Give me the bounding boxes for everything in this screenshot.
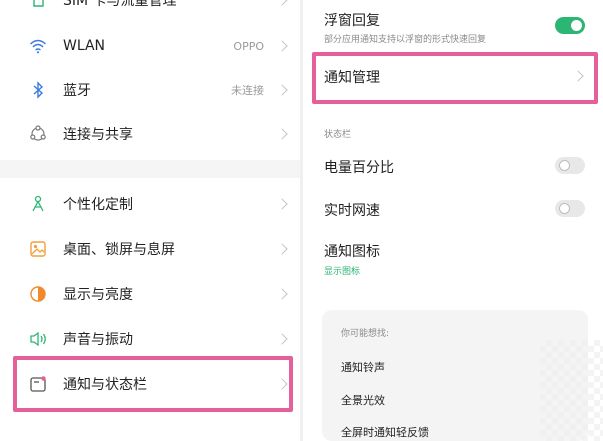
section-divider xyxy=(0,160,300,178)
sim-icon xyxy=(28,0,48,10)
brightness-icon xyxy=(28,284,48,304)
wifi-icon xyxy=(28,36,48,56)
toggle-knob xyxy=(571,20,582,31)
suggestion-item[interactable]: 通知铃声 xyxy=(341,359,385,375)
notification-icon-value: 显示图标 xyxy=(324,267,361,277)
floating-reply-title: 浮窗回复 xyxy=(324,13,380,29)
chevron-right-icon xyxy=(276,333,288,345)
battery-percent-toggle[interactable] xyxy=(555,157,585,174)
personalize-icon xyxy=(28,194,48,214)
floating-reply-toggle[interactable] xyxy=(555,17,585,34)
sidebar-item-desktop-lockscreen[interactable]: 桌面、锁屏与息屏 xyxy=(0,227,300,271)
suggestion-item[interactable]: 全屏时通知轻反馈 xyxy=(341,424,429,440)
sidebar-item-personalize[interactable]: 个性化定制 xyxy=(0,182,300,226)
chevron-right-icon xyxy=(276,0,288,6)
wlan-status-value: OPPO xyxy=(233,39,264,53)
realtime-speed-title: 实时网速 xyxy=(324,203,380,219)
sidebar-item-label: SIM 卡与流量管理 xyxy=(63,0,177,9)
chevron-right-icon xyxy=(276,243,288,255)
sidebar-item-wlan[interactable]: WLAN OPPO xyxy=(0,24,300,68)
chevron-right-icon xyxy=(276,288,288,300)
sidebar-item-label: 个性化定制 xyxy=(63,197,133,213)
toggle-knob xyxy=(559,160,570,171)
bluetooth-status-value: 未连接 xyxy=(231,84,264,97)
sidebar-item-sound-vibration[interactable]: 声音与振动 xyxy=(0,317,300,361)
highlight-box-notification-manage xyxy=(312,52,598,104)
highlight-box-notification-statusbar xyxy=(13,356,293,412)
bluetooth-icon xyxy=(28,80,48,100)
watermark-pattern xyxy=(540,340,603,441)
sidebar-item-label: 蓝牙 xyxy=(63,83,91,99)
chevron-right-icon xyxy=(276,40,288,52)
sidebar-item-sim[interactable]: SIM 卡与流量管理 xyxy=(0,0,300,22)
notification-icon-title[interactable]: 通知图标 xyxy=(324,241,380,261)
sound-icon xyxy=(28,329,48,349)
sidebar-item-bluetooth[interactable]: 蓝牙 未连接 xyxy=(0,68,300,112)
suggestion-item[interactable]: 全景光效 xyxy=(341,392,385,408)
suggestions-title: 你可能想找: xyxy=(341,329,390,339)
toggle-knob xyxy=(559,203,570,214)
battery-percent-title: 电量百分比 xyxy=(324,160,394,176)
sidebar-item-label: 桌面、锁屏与息屏 xyxy=(63,242,175,258)
floating-reply-subtitle: 部分应用通知支持以浮窗的形式快速回复 xyxy=(324,35,487,45)
sidebar-item-display-brightness[interactable]: 显示与亮度 xyxy=(0,272,300,316)
chevron-right-icon xyxy=(276,84,288,96)
realtime-speed-toggle[interactable] xyxy=(555,200,585,217)
sidebar-item-connection-sharing[interactable]: 连接与共享 xyxy=(0,112,300,156)
chevron-right-icon xyxy=(276,198,288,210)
chevron-right-icon xyxy=(276,128,288,140)
sidebar-item-label: 声音与振动 xyxy=(63,332,133,348)
sidebar-item-label: 连接与共享 xyxy=(63,127,133,143)
status-bar-section-label: 状态栏 xyxy=(324,130,352,140)
sidebar-item-label: 显示与亮度 xyxy=(63,287,133,303)
sidebar-item-label: WLAN xyxy=(63,38,106,54)
desktop-icon xyxy=(28,239,48,259)
share-icon xyxy=(28,124,48,144)
